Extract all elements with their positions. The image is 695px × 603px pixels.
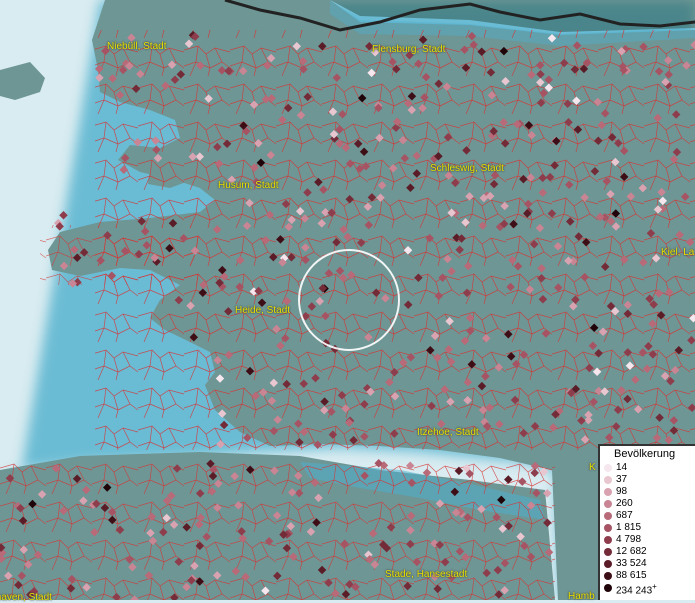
legend-plus: + xyxy=(652,582,657,591)
legend-label-text: 234 243 xyxy=(616,585,653,597)
legend-label: 1 815 xyxy=(616,522,642,533)
legend-swatch xyxy=(604,584,612,592)
legend-item: 234 243+ xyxy=(600,582,695,596)
legend-swatch xyxy=(604,464,612,472)
place-label-cuxhaven[interactable]: Cuxhaven, Stadt xyxy=(0,592,52,603)
legend-item: 687 xyxy=(600,510,695,522)
legend-swatch xyxy=(604,488,612,496)
legend-item: 4 798 xyxy=(600,534,695,546)
legend-label: 98 xyxy=(616,486,628,497)
population-map[interactable] xyxy=(0,0,695,600)
legend-item: 33 524 xyxy=(600,558,695,570)
legend-label: 687 xyxy=(616,510,633,521)
place-label-heide[interactable]: Heide, Stadt xyxy=(235,305,290,316)
legend-item: 12 682 xyxy=(600,546,695,558)
place-label-k[interactable]: K xyxy=(589,462,596,473)
legend-label: 33 524 xyxy=(616,558,647,569)
place-label-husum[interactable]: Husum, Stadt xyxy=(218,180,279,191)
place-label-stade[interactable]: Stade, Hansestadt xyxy=(385,569,467,580)
place-label-kiel[interactable]: Kiel, La xyxy=(661,247,694,258)
legend-swatch xyxy=(604,512,612,520)
legend-label: 37 xyxy=(616,474,628,485)
legend-swatch xyxy=(604,500,612,508)
legend-label: 12 682 xyxy=(616,546,647,557)
legend-label: 260 xyxy=(616,498,633,509)
legend-swatch xyxy=(604,524,612,532)
legend-item: 14 xyxy=(600,462,695,474)
place-label-itzehoe[interactable]: Itzehoe, Stadt xyxy=(417,427,479,438)
legend-label: 4 798 xyxy=(616,534,642,545)
legend-swatch xyxy=(604,572,612,580)
legend-item: 98 xyxy=(600,486,695,498)
place-label-schleswig[interactable]: Schleswig, Stadt xyxy=(430,163,504,174)
legend-item: 260 xyxy=(600,498,695,510)
place-label-niebull[interactable]: Niebüll, Stadt xyxy=(107,41,166,52)
place-label-hamburg[interactable]: Hamb xyxy=(568,591,595,602)
legend-item: 88 615 xyxy=(600,570,695,582)
legend-label: 234 243+ xyxy=(616,582,657,596)
legend-item: 1 815 xyxy=(600,522,695,534)
legend-label: 88 615 xyxy=(616,570,647,581)
legend-title: Bevölkerung xyxy=(614,448,676,460)
legend-swatch xyxy=(604,560,612,568)
legend-swatch xyxy=(604,536,612,544)
place-label-flensburg[interactable]: Flensburg, Stadt xyxy=(372,44,445,55)
legend-label: 14 xyxy=(616,462,628,473)
legend-swatch xyxy=(604,548,612,556)
legend: Bevölkerung 14 37 98 260 687 1 815 4 798… xyxy=(598,444,695,600)
legend-swatch xyxy=(604,476,612,484)
legend-item: 37 xyxy=(600,474,695,486)
